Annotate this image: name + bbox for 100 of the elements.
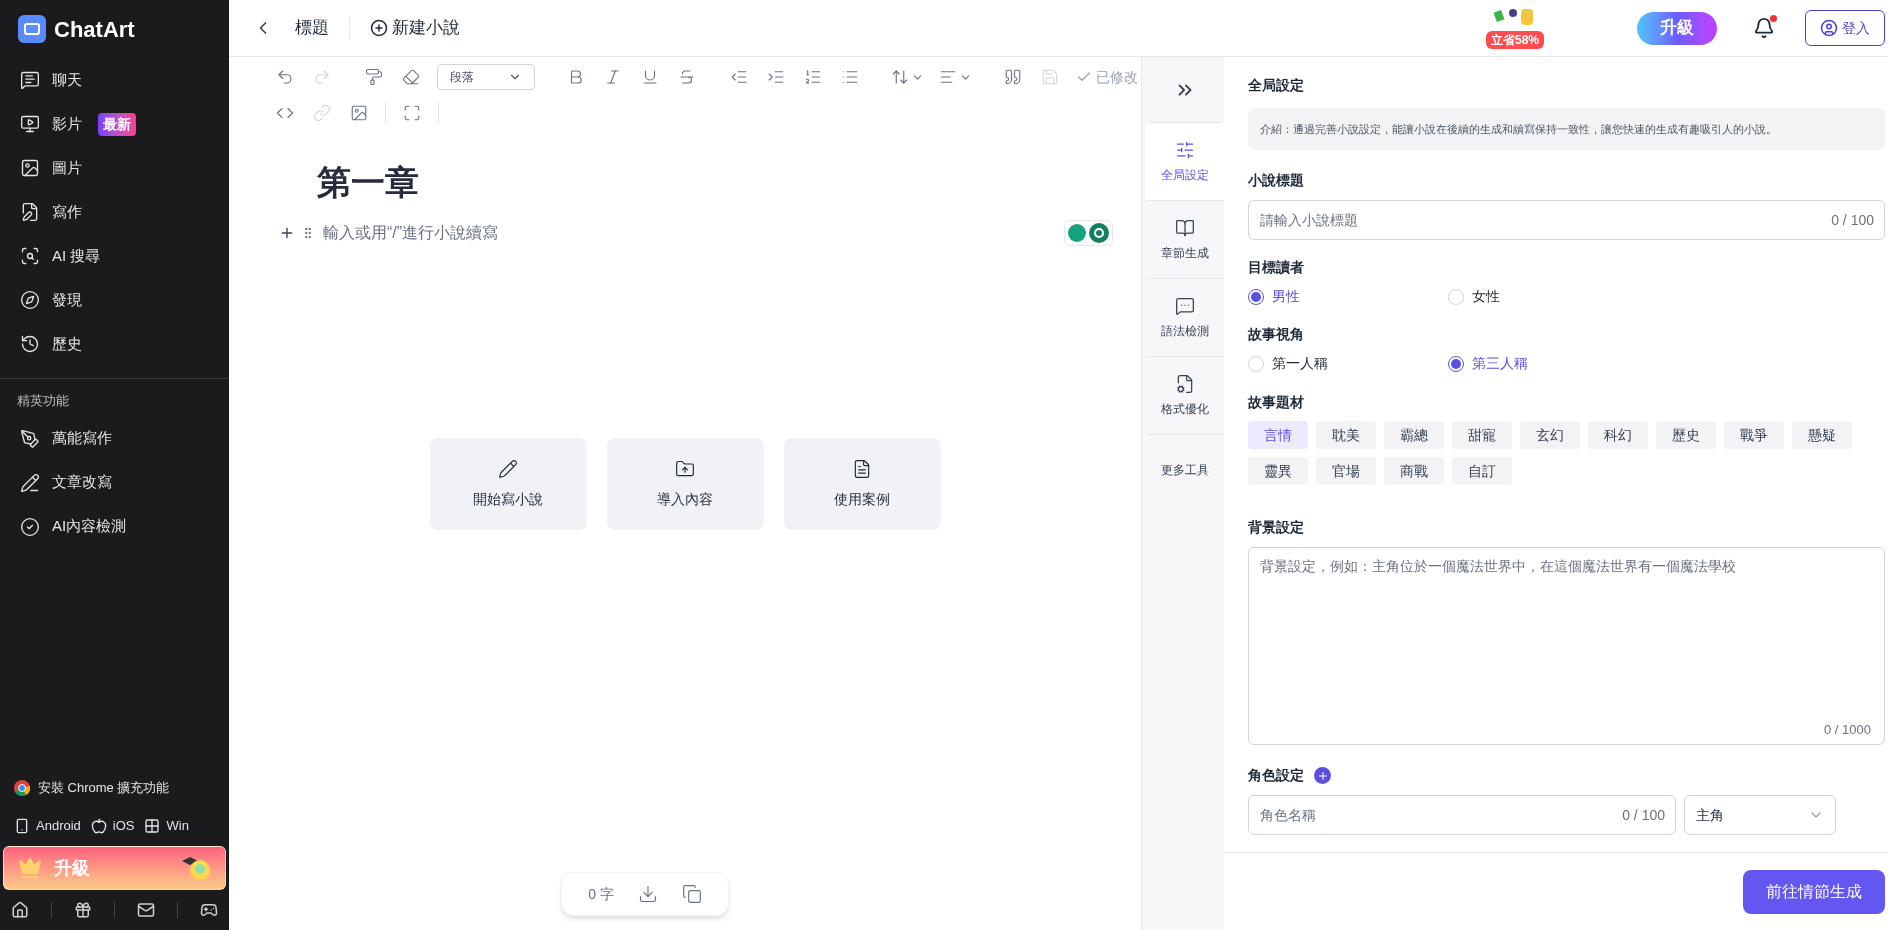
history-icon — [20, 334, 40, 354]
line-height-icon — [891, 68, 909, 86]
document-icon — [852, 458, 872, 479]
line-height-menu[interactable] — [891, 68, 924, 86]
download-icon[interactable] — [637, 884, 658, 904]
saved-status: 已修改 — [1096, 67, 1138, 87]
radio-option[interactable]: 女性 — [1448, 286, 1648, 307]
genre-tag[interactable]: 官場 — [1316, 457, 1376, 485]
genre-tag[interactable]: 言情 — [1248, 421, 1308, 449]
nav-link[interactable]: 萬能寫作 — [52, 427, 112, 450]
nav-link[interactable]: AI 搜尋 — [52, 244, 101, 268]
platform-link[interactable]: iOS — [112, 816, 135, 836]
genre-tag[interactable]: 懸疑 — [1792, 421, 1852, 449]
game-controller-icon[interactable] — [200, 901, 218, 919]
editor-input[interactable]: 輸入或用“/”進行小說續寫 — [323, 221, 623, 245]
genre-tag[interactable]: 耽美 — [1316, 421, 1376, 449]
genre-tag[interactable]: 甜寵 — [1452, 421, 1512, 449]
section-title: 精英功能 — [16, 392, 70, 410]
action-card[interactable]: 使用案例 — [783, 438, 941, 530]
radio-option[interactable]: 第一人稱 — [1248, 353, 1448, 374]
nav-link[interactable]: 圖片 — [52, 156, 82, 180]
field-label: 背景設定 — [1248, 518, 1305, 537]
format-painter-icon[interactable] — [363, 66, 385, 88]
document-title: 標題 — [295, 17, 329, 40]
chrome-icon — [14, 780, 30, 796]
char-counter: 0 / 100 — [1622, 806, 1665, 825]
genre-tag[interactable]: 玄幻 — [1520, 421, 1580, 449]
genre-tag[interactable]: 靈異 — [1248, 457, 1308, 485]
compass-icon — [20, 290, 40, 310]
nav-link[interactable]: 寫作 — [52, 200, 82, 224]
crown-icon — [18, 856, 42, 880]
tool-tab[interactable]: 語法檢測 — [1146, 279, 1224, 357]
video-icon — [20, 114, 40, 134]
align-menu[interactable] — [939, 68, 972, 86]
nav-link[interactable]: 發現 — [52, 288, 82, 312]
mail-icon[interactable] — [137, 901, 155, 919]
login-button[interactable]: 登入 — [1805, 10, 1885, 46]
field-label: 故事題材 — [1248, 393, 1305, 412]
intro-text: 介紹：通過完善小說設定，能讓小說在後續的生成和續寫保持一致性，讓您快速的生成有趣吸引人的小說。 — [1248, 108, 1885, 150]
apple-icon — [90, 818, 107, 834]
genre-tag[interactable]: 科幻 — [1588, 421, 1648, 449]
home-icon[interactable] — [11, 901, 29, 919]
nav-link[interactable]: AI內容檢測 — [52, 515, 127, 538]
action-card[interactable]: 導入內容 — [606, 438, 764, 530]
grammar-widget[interactable] — [1064, 220, 1113, 246]
platform-link[interactable]: Win — [166, 816, 189, 836]
radio-option[interactable]: 男性 — [1248, 286, 1448, 307]
genre-tag[interactable]: 霸總 — [1384, 421, 1444, 449]
role-select[interactable]: 主角 — [1684, 795, 1836, 835]
pencil-icon — [498, 458, 518, 479]
folder-upload-icon — [675, 458, 695, 479]
field-label: 小說標題 — [1248, 171, 1305, 190]
image-icon — [20, 158, 40, 178]
genre-tag[interactable]: 商戰 — [1384, 457, 1444, 485]
field-label: 故事視角 — [1248, 325, 1305, 344]
add-block-icon[interactable] — [279, 225, 295, 241]
upgrade-button[interactable]: 升級 — [1637, 11, 1717, 45]
genre-tag[interactable]: 戰爭 — [1724, 421, 1784, 449]
action-card[interactable]: 開始寫小說 — [429, 438, 587, 530]
message-icon — [1175, 295, 1195, 316]
submit-button[interactable]: 前往情節生成 — [1743, 869, 1885, 914]
pencil-icon — [20, 472, 40, 493]
field-label: 目標讀者 — [1248, 258, 1305, 277]
chapter-heading: 第一章 — [317, 162, 420, 203]
notification-icon[interactable] — [1753, 17, 1775, 39]
plus-circle-icon — [370, 19, 388, 37]
align-icon — [939, 68, 957, 86]
tool-tab[interactable]: 章節生成 — [1146, 201, 1224, 279]
nav-link[interactable]: 歷史 — [52, 332, 82, 356]
char-counter: 0 / 100 — [1831, 211, 1874, 230]
logo-icon — [18, 15, 46, 43]
genre-tag[interactable]: 歷史 — [1656, 421, 1716, 449]
new-badge: 最新 — [98, 112, 136, 136]
tool-tab[interactable]: 格式優化 — [1146, 357, 1224, 435]
radio-option[interactable]: 第三人稱 — [1448, 353, 1648, 374]
nav-link[interactable]: 影片 — [52, 112, 82, 136]
word-count: 0 字 — [588, 884, 614, 904]
platform-link[interactable]: Android — [36, 816, 81, 836]
genre-tag[interactable]: 自訂 — [1452, 457, 1512, 485]
new-novel-button[interactable]: 新建小說 — [370, 15, 460, 41]
char-counter: 0 / 1000 — [1824, 720, 1871, 739]
chat-icon — [20, 70, 40, 90]
gift-icon[interactable] — [74, 901, 92, 919]
add-icon[interactable] — [1314, 767, 1331, 784]
document-icon — [1175, 373, 1195, 394]
logo-text: ChatArt — [54, 15, 135, 44]
more-tools-button[interactable]: 更多工具 — [1146, 435, 1224, 505]
tool-tab[interactable]: 全局設定 — [1146, 123, 1224, 201]
install-extension-link[interactable]: 安裝 Chrome 擴充功能 — [38, 778, 170, 798]
user-icon — [1820, 19, 1838, 37]
sliders-icon — [1175, 139, 1195, 160]
copy-icon[interactable] — [681, 884, 702, 904]
field-label: 角色設定 — [1248, 766, 1304, 785]
nav-link[interactable]: 聊天 — [52, 68, 82, 92]
pen-tool-icon — [20, 428, 40, 449]
book-icon — [1175, 217, 1195, 238]
document-pen-icon — [20, 202, 40, 222]
nav-link[interactable]: 文章改寫 — [52, 471, 112, 494]
section-heading: 全局設定 — [1248, 76, 1305, 95]
paragraph-select[interactable]: 段落 — [437, 64, 535, 90]
